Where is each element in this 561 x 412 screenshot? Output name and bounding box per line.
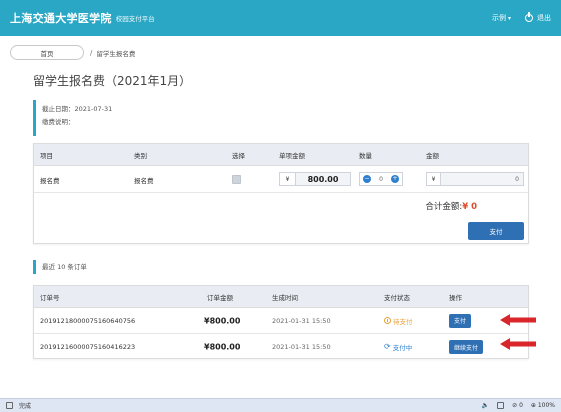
orders-table-card: 订单号 订单金额 生成时间 支付状态 操作 201912180000751606… [33,285,529,359]
fee-notice: 截止日期：2021-07-31 缴费说明： [33,100,112,136]
order-time: 2021-01-31 15:50 [272,343,331,351]
amount-value: 0 [515,175,519,183]
browser-status-bar: 完成 🔈 ⊘ 0 ⊕ 100% [0,398,561,412]
user-menu[interactable]: 示例 ▾ [492,13,511,23]
fee-description-label: 缴费说明： [42,118,75,126]
amount-currency-symbol: ¥ [427,173,441,185]
col-created-time: 生成时间 [272,293,298,302]
fee-table-card: 项目 类别 选择 单项金额 数量 金额 报名费 报名费 ¥ 800.00 − 0… [33,143,529,244]
top-right-menu: 示例 ▾ 退出 [492,12,551,23]
total-label: 合计金额: [425,202,463,212]
block-counter[interactable]: ⊘ 0 [512,402,523,409]
caret-down-icon: ▾ [507,14,511,22]
order-number: 20191216000075160416223 [40,343,136,351]
col-item: 项目 [40,151,53,160]
refresh-icon: ⟳ [384,342,391,351]
recent-orders-title: 最近 10 条订单 [33,260,87,274]
order-number: 20191218000075160640756 [40,316,136,325]
status-badge: 待支付 [384,316,413,326]
speaker-icon[interactable]: 🔈 [482,402,489,409]
total-value: ¥ 0 [462,202,477,212]
clock-icon [384,317,391,324]
order-time: 2021-01-31 15:50 [272,316,331,325]
table-row: 20191216000075160416223 ¥800.00 2021-01-… [34,334,528,360]
continue-pay-button[interactable]: 继续支付 [449,340,484,354]
status-badge: ⟳ 支付中 [384,342,413,353]
breadcrumb-current: 留学生报名费 [96,49,136,58]
col-quantity: 数量 [359,151,372,160]
fee-row: 报名费 报名费 ¥ 800.00 − 0 + ¥ 0 [34,166,528,193]
deadline-text: 截止日期：2021-07-31 [42,105,113,113]
col-select: 选择 [232,151,245,160]
fee-select-checkbox[interactable] [232,175,241,184]
page-title: 留学生报名费（2021年1月） [33,74,192,88]
app-window: 上海交通大学医学院 校园支付平台 示例 ▾ 退出 首页 / 留学生报名费 留学生… [0,0,561,412]
pay-button[interactable]: 支付 [468,222,524,240]
fee-item: 报名费 [40,177,60,185]
top-navbar: 上海交通大学医学院 校园支付平台 示例 ▾ 退出 [0,0,561,36]
breadcrumb: 首页 / 留学生报名费 [10,45,135,60]
total-amount: 合计金额:¥ 0 [425,200,477,212]
unit-price-value: 800.00 [307,174,339,184]
block-count: 0 [519,402,523,409]
fee-table-header: 项目 类别 选择 单项金额 数量 金额 [34,144,528,166]
col-order-no: 订单号 [40,293,60,302]
unit-price-field: ¥ 800.00 [279,172,351,186]
table-row: 20191218000075160640756 ¥800.00 2021-01-… [34,308,528,334]
quantity-value[interactable]: 0 [374,176,388,183]
col-order-amount: 订单金额 [207,293,233,302]
amount-field: ¥ 0 [426,172,524,186]
red-arrow-icon [500,338,536,350]
orders-table-header: 订单号 订单金额 生成时间 支付状态 操作 [34,286,528,308]
quantity-stepper: − 0 + [359,172,403,186]
breadcrumb-separator: / [90,48,93,57]
status-text: 待支付 [393,317,413,326]
col-pay-status: 支付状态 [384,293,410,302]
download-icon[interactable] [497,402,505,409]
fee-category: 报名费 [134,177,154,185]
col-category: 类别 [134,151,147,160]
minus-icon[interactable]: − [363,175,371,183]
zoom-level: 100% [537,402,555,409]
order-amount: ¥800.00 [204,342,241,352]
col-unit-price: 单项金额 [279,151,305,160]
red-arrow-icon [500,314,536,326]
status-done-text: 完成 [19,403,32,410]
plus-icon[interactable]: + [391,175,399,183]
breadcrumb-home-button[interactable]: 首页 [10,45,84,60]
logout-label: 退出 [537,14,551,22]
zoom-control[interactable]: ⊕ 100% [531,402,555,409]
order-pay-button[interactable]: 支付 [449,313,472,328]
logout-link[interactable]: 退出 [525,12,551,23]
col-action: 操作 [449,293,462,302]
status-text: 支付中 [392,344,413,352]
power-icon [525,12,533,22]
user-menu-label: 示例 [491,14,506,22]
page-status-icon [6,402,13,409]
currency-symbol: ¥ [280,173,296,185]
brand-title: 上海交通大学医学院 [10,12,112,25]
brand-subtitle: 校园支付平台 [115,15,155,23]
order-amount: ¥800.00 [204,316,241,325]
col-amount: 金额 [426,151,439,160]
